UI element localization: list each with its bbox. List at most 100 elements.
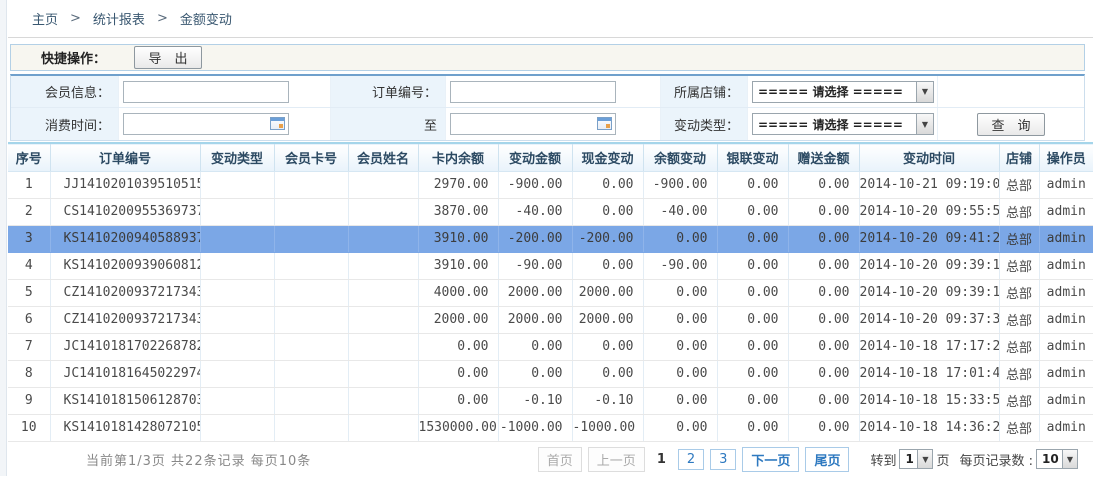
current-page-indicator[interactable]: 1 xyxy=(651,449,672,470)
cell-row-index: 4 xyxy=(8,252,50,279)
cell-row-index: 8 xyxy=(8,360,50,387)
calendar-icon[interactable] xyxy=(270,117,285,130)
breadcrumb-separator: > xyxy=(70,11,81,26)
cell-card-balance: 3910.00 xyxy=(418,225,498,252)
cell-change-type xyxy=(200,198,274,225)
cell-order-number: KS1410181506128703 xyxy=(50,387,200,414)
table-row[interactable]: 1JJ14102010395105152970.00-900.000.00-90… xyxy=(8,171,1093,198)
cell-cash-change: 0.00 xyxy=(572,171,643,198)
cell-change-time: 2014-10-18 15:33:57 xyxy=(859,387,999,414)
cell-change-time: 2014-10-18 17:17:22 xyxy=(859,333,999,360)
goto-label: 转到 xyxy=(870,450,896,469)
cell-card-balance: 3910.00 xyxy=(418,252,498,279)
table-row[interactable]: 10KS14101814280721051530000.00-1000.00-1… xyxy=(8,414,1093,441)
table-row[interactable]: 4KS14102009390608123910.00-90.000.00-90.… xyxy=(8,252,1093,279)
cell-store: 总部 xyxy=(999,333,1039,360)
cell-store: 总部 xyxy=(999,198,1039,225)
store-select-value: ===== 请选择 ===== xyxy=(753,82,916,102)
first-page-button[interactable]: 首页 xyxy=(538,447,582,472)
cell-store: 总部 xyxy=(999,279,1039,306)
cell-change-amount: -40.00 xyxy=(498,198,572,225)
calendar-icon[interactable] xyxy=(597,117,612,130)
cell-balance-change: 0.00 xyxy=(643,225,717,252)
cell-balance-change: 0.00 xyxy=(643,333,717,360)
cell-change-type xyxy=(200,225,274,252)
consume-time-from-input[interactable] xyxy=(123,113,289,135)
member-info-cell xyxy=(119,76,331,107)
member-info-label: 会员信息： xyxy=(11,76,119,107)
cell-change-time: 2014-10-20 09:39:12 xyxy=(859,279,999,306)
quick-actions-label: 快捷操作： xyxy=(41,48,106,67)
member-info-input[interactable] xyxy=(123,81,289,103)
order-no-label: 订单编号： xyxy=(331,76,446,107)
cell-cash-change: 0.00 xyxy=(572,360,643,387)
cell-change-time: 2014-10-21 09:19:09 xyxy=(859,171,999,198)
table-row[interactable]: 3KS14102009405889373910.00-200.00-200.00… xyxy=(8,225,1093,252)
table-row[interactable]: 2CS14102009553697373870.00-40.000.00-40.… xyxy=(8,198,1093,225)
last-page-button[interactable]: 尾页 xyxy=(805,447,849,472)
table-row[interactable]: 5CZ14102009372173434000.002000.002000.00… xyxy=(8,279,1093,306)
column-header-cash-change: 现金变动 xyxy=(572,143,643,171)
column-header-card-balance: 卡内余额 xyxy=(418,143,498,171)
cell-card-balance: 0.00 xyxy=(418,387,498,414)
cell-operator: admin xyxy=(1039,306,1093,333)
cell-operator: admin xyxy=(1039,279,1093,306)
cell-order-number: JC1410181645022974 xyxy=(50,360,200,387)
to-label: 至 xyxy=(331,108,446,140)
cell-order-number: CS1410200955369737 xyxy=(50,198,200,225)
records-summary: 当前第1/3页 共22条记录 每页10条 xyxy=(86,450,311,469)
cell-change-type xyxy=(200,252,274,279)
cell-order-number: JJ1410201039510515 xyxy=(50,171,200,198)
per-page-select[interactable]: 10 ▼ xyxy=(1036,449,1078,469)
consume-time-to-input[interactable] xyxy=(450,113,616,135)
cell-row-index: 1 xyxy=(8,171,50,198)
page-link-2[interactable]: 2 xyxy=(678,449,704,470)
chevron-down-icon: ▼ xyxy=(917,450,932,468)
cell-change-amount: 0.00 xyxy=(498,360,572,387)
cell-gift-amount: 0.00 xyxy=(788,414,859,441)
cell-unionpay-change: 0.00 xyxy=(717,387,788,414)
cell-card-balance: 3870.00 xyxy=(418,198,498,225)
cell-member-name xyxy=(348,225,418,252)
export-button[interactable]: 导 出 xyxy=(134,46,202,69)
prev-page-button[interactable]: 上一页 xyxy=(588,447,645,472)
table-row[interactable]: 6CZ14102009372173432000.002000.002000.00… xyxy=(8,306,1093,333)
cell-store: 总部 xyxy=(999,225,1039,252)
goto-controls: 转到 1 ▼ 页 每页记录数 : 10 ▼ xyxy=(870,449,1081,469)
search-button[interactable]: 查 询 xyxy=(977,113,1045,136)
cell-member-name xyxy=(348,387,418,414)
cell-member-name xyxy=(348,360,418,387)
cell-order-number: KS1410200940588937 xyxy=(50,225,200,252)
search-action-cell: 查 询 xyxy=(938,108,1084,140)
cell-member-card-number xyxy=(274,171,348,198)
cell-member-card-number xyxy=(274,252,348,279)
cell-store: 总部 xyxy=(999,171,1039,198)
table-row[interactable]: 9KS14101815061287030.00-0.10-0.100.000.0… xyxy=(8,387,1093,414)
breadcrumb-reports[interactable]: 统计报表 xyxy=(93,9,145,28)
cell-change-amount: 2000.00 xyxy=(498,306,572,333)
cell-change-time: 2014-10-20 09:39:16 xyxy=(859,252,999,279)
cell-balance-change: 0.00 xyxy=(643,306,717,333)
table-row[interactable]: 8JC14101816450229740.000.000.000.000.000… xyxy=(8,360,1093,387)
goto-page-select[interactable]: 1 ▼ xyxy=(899,449,933,469)
change-type-select[interactable]: ===== 请选择 ===== ▼ xyxy=(752,113,934,135)
cell-change-amount: -1000.00 xyxy=(498,414,572,441)
store-select[interactable]: ===== 请选择 ===== ▼ xyxy=(752,81,934,103)
cell-gift-amount: 0.00 xyxy=(788,333,859,360)
column-header-balance-change: 余额变动 xyxy=(643,143,717,171)
next-page-button[interactable]: 下一页 xyxy=(742,447,799,472)
cell-card-balance: 2970.00 xyxy=(418,171,498,198)
breadcrumb-home[interactable]: 主页 xyxy=(32,9,58,28)
change-type-label: 变动类型： xyxy=(661,108,748,140)
per-page-select-value: 10 xyxy=(1037,450,1062,468)
cell-member-card-number xyxy=(274,333,348,360)
cell-change-type xyxy=(200,171,274,198)
page-link-3[interactable]: 3 xyxy=(710,449,736,470)
cell-balance-change: -90.00 xyxy=(643,252,717,279)
table-row[interactable]: 7JC14101817022687820.000.000.000.000.000… xyxy=(8,333,1093,360)
order-no-input[interactable] xyxy=(450,81,616,103)
pager: 首页 上一页 123 下一页 尾页 xyxy=(535,447,853,472)
cell-change-amount: 0.00 xyxy=(498,333,572,360)
cell-operator: admin xyxy=(1039,333,1093,360)
records-table: 序号订单编号变动类型会员卡号会员姓名卡内余额变动金额现金变动余额变动银联变动赠送… xyxy=(8,142,1093,442)
